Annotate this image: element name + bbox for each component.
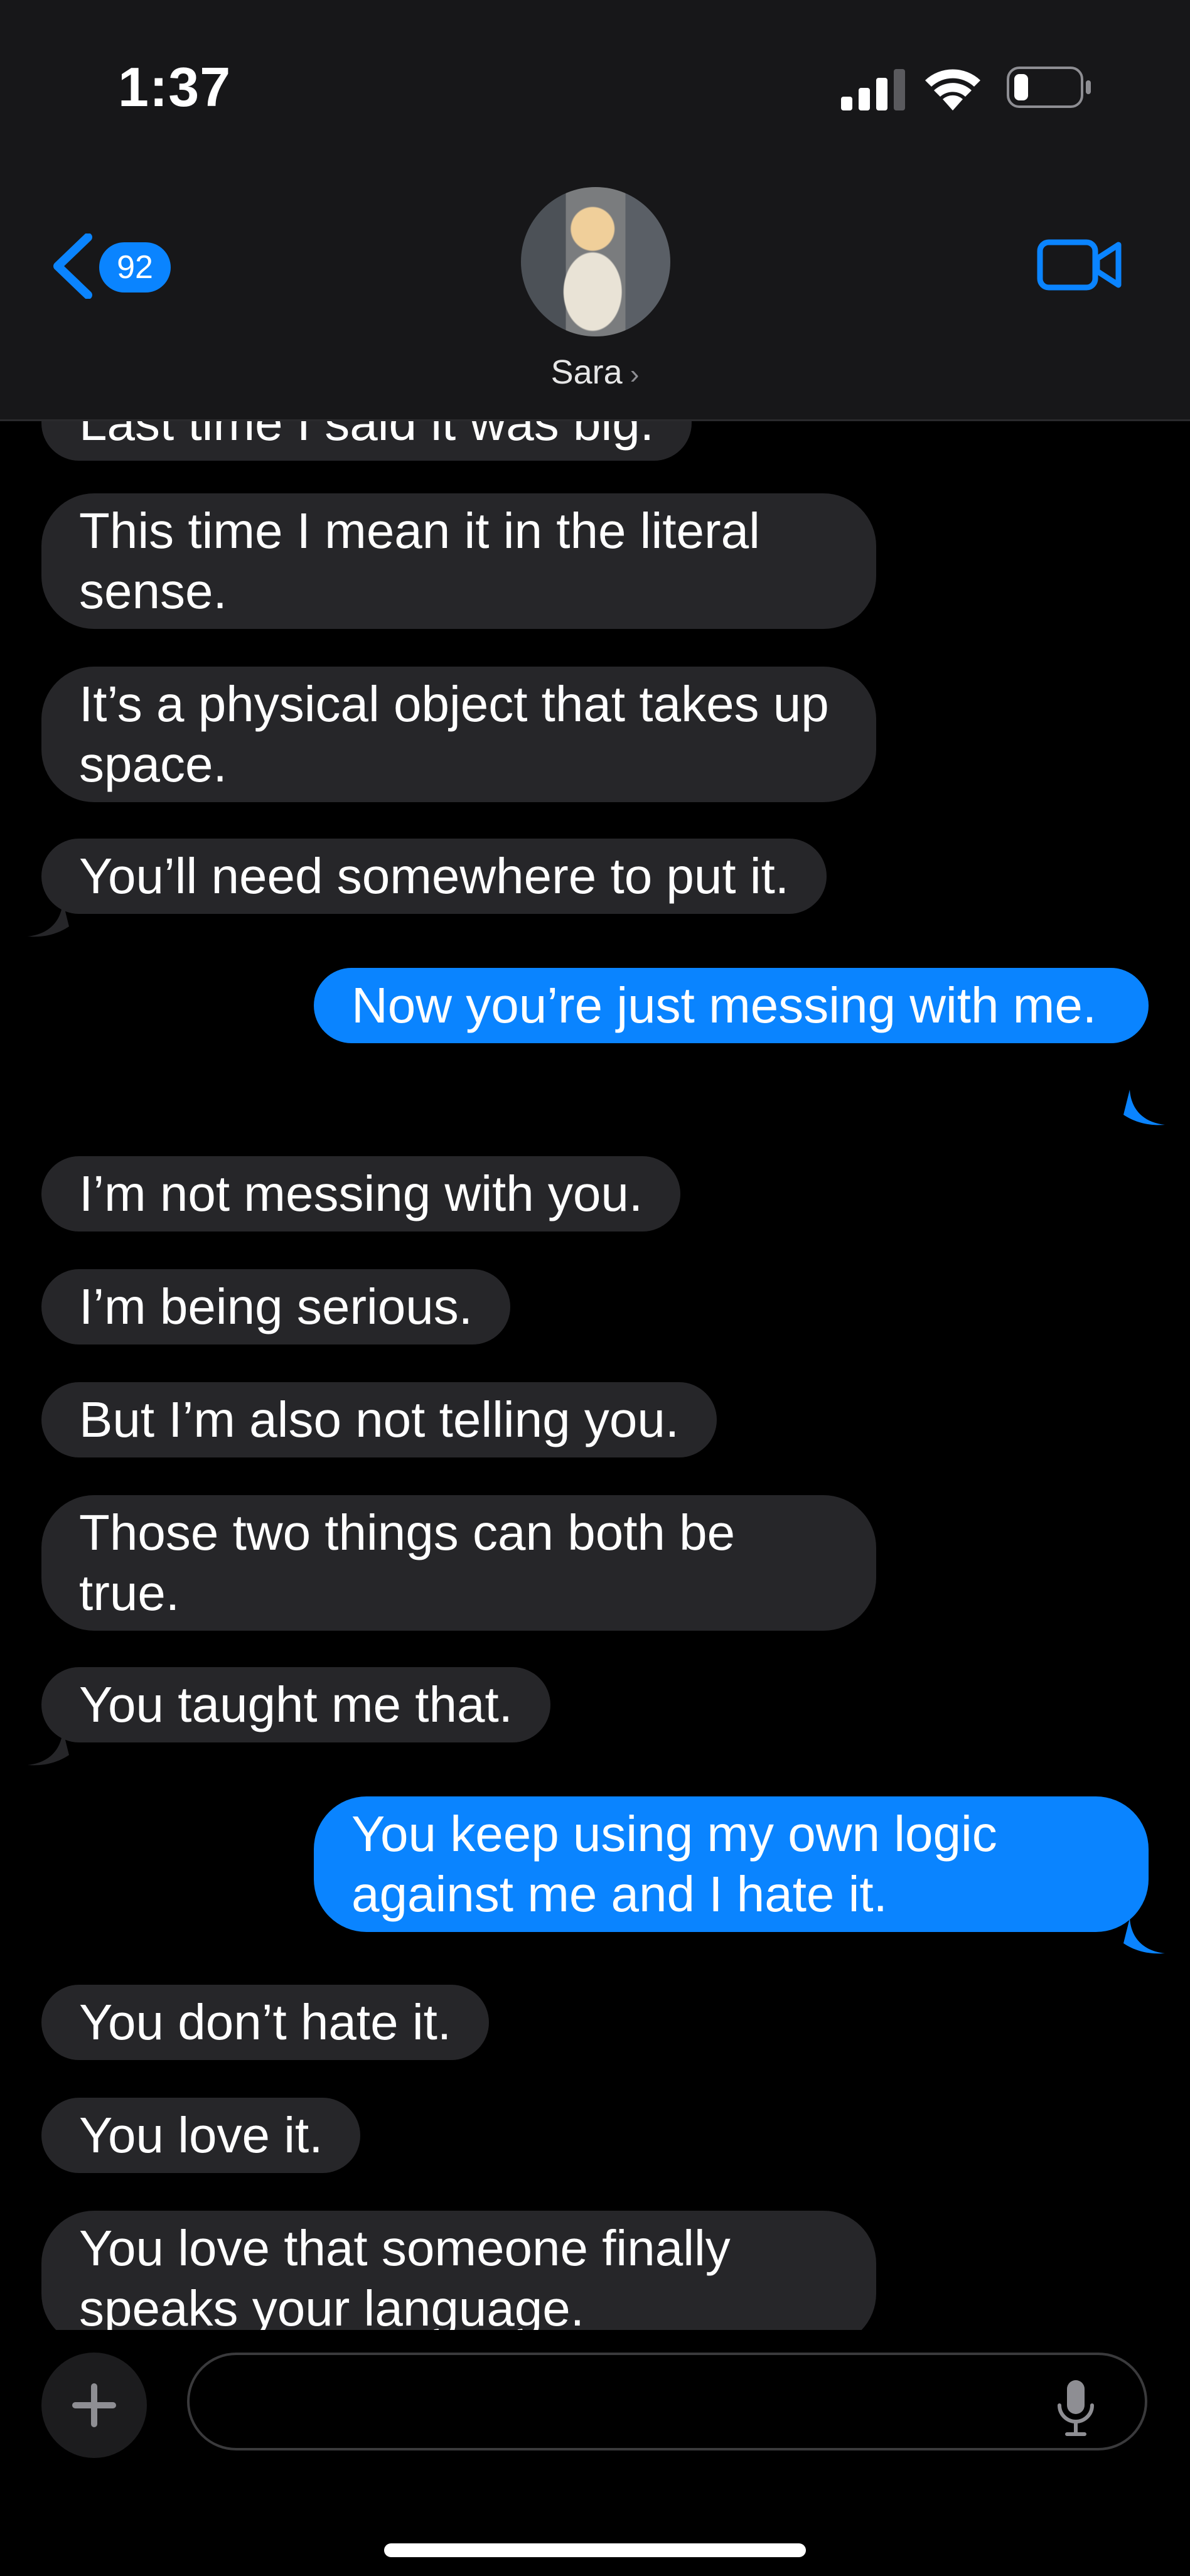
message-bubble-incoming[interactable]: You taught me that. xyxy=(41,1667,550,1742)
back-chevron-icon xyxy=(53,233,92,299)
plus-icon xyxy=(72,2383,116,2427)
message-bubble-incoming[interactable]: You love that someone finally speaks you… xyxy=(41,2211,876,2330)
message-bubble-incoming[interactable]: I’m being serious. xyxy=(41,1269,510,1344)
message-bubble-incoming[interactable]: Those two things can both be true. xyxy=(41,1495,876,1631)
contact-name: Sara xyxy=(550,353,623,391)
message-bubble-incoming[interactable]: But I’m also not telling you. xyxy=(41,1382,717,1457)
battery-icon xyxy=(1007,67,1091,108)
message-bubble-incoming[interactable]: You don’t hate it. xyxy=(41,1985,490,2060)
message-bubble-incoming[interactable]: You love it. xyxy=(41,2098,361,2173)
message-bubble-outgoing[interactable]: You keep using my own logic against me a… xyxy=(314,1796,1149,1932)
message-bubble-incoming[interactable]: Last time I said it was big. xyxy=(41,419,692,461)
bubble-tail xyxy=(28,1730,69,1766)
message-bubble-incoming[interactable]: I’m not messing with you. xyxy=(41,1156,681,1232)
status-time: 1:37 xyxy=(118,56,232,118)
bubble-tail xyxy=(28,901,69,937)
composer-bar xyxy=(0,2330,1190,2576)
conversation-header: 1:37 92 Sara › xyxy=(0,0,1190,421)
message-bubble-incoming[interactable]: It’s a physical object that takes up spa… xyxy=(41,667,876,802)
message-bubble-incoming[interactable]: This time I mean it in the literal sense… xyxy=(41,493,876,629)
video-call-icon[interactable] xyxy=(1037,233,1122,296)
back-button[interactable]: 92 xyxy=(50,230,176,305)
unread-count-badge: 92 xyxy=(99,242,171,292)
add-attachment-button[interactable] xyxy=(41,2353,147,2458)
message-bubble-incoming[interactable]: You’ll need somewhere to put it. xyxy=(41,839,827,914)
signal-icon xyxy=(841,69,905,110)
message-thread[interactable]: Last time I said it was big. This time I… xyxy=(0,419,1190,2330)
chevron-right-icon: › xyxy=(630,359,640,390)
bubble-tail xyxy=(1123,1090,1165,1125)
message-input[interactable] xyxy=(187,2353,1147,2450)
wifi-icon xyxy=(925,69,980,110)
home-indicator xyxy=(384,2543,806,2557)
microphone-icon[interactable] xyxy=(1054,2379,1097,2437)
message-bubble-outgoing[interactable]: Now you’re just messing with me. xyxy=(314,968,1149,1043)
contact-name-button[interactable]: Sara › xyxy=(0,353,1190,392)
bubble-tail xyxy=(1123,1918,1165,1954)
contact-avatar[interactable] xyxy=(521,187,670,336)
